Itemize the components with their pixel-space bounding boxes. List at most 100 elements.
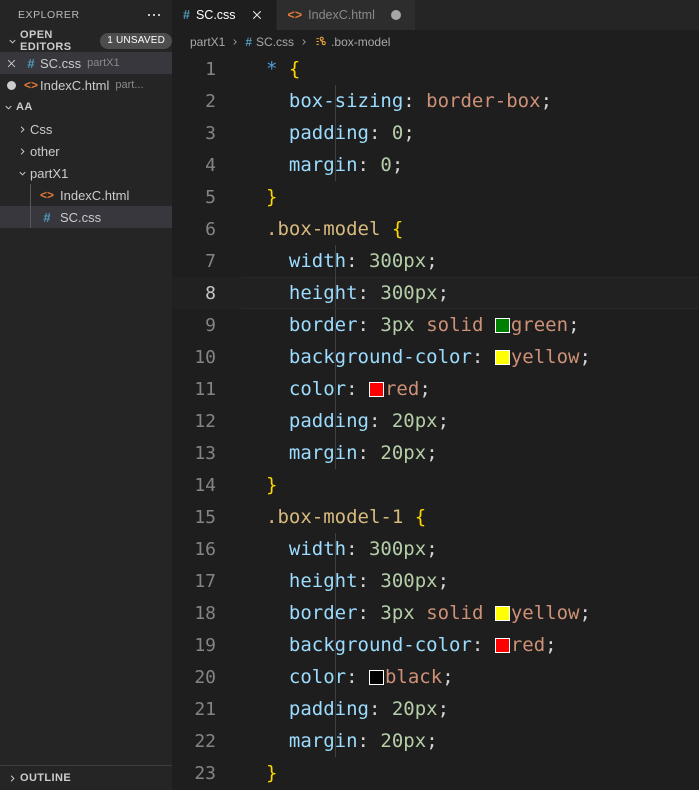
indent-guide: [335, 405, 336, 437]
code-line[interactable]: 20 color: black;: [172, 661, 699, 693]
breadcrumb-item-box-model[interactable]: .box-model: [314, 35, 390, 49]
code-line[interactable]: 12 padding: 20px;: [172, 405, 699, 437]
color-swatch-icon[interactable]: [368, 670, 384, 685]
code-line[interactable]: 21 padding: 20px;: [172, 693, 699, 725]
tab-sc-css[interactable]: # SC.css: [172, 0, 277, 30]
code-line[interactable]: 17 height: 300px;: [172, 565, 699, 597]
code-line[interactable]: 23}: [172, 757, 699, 789]
code-line[interactable]: 15 .box-model-1 {: [172, 501, 699, 533]
chevron-down-icon: [4, 33, 20, 49]
code-token: ;: [568, 314, 580, 336]
chevron-right-icon: [230, 37, 240, 47]
code-line[interactable]: 14}: [172, 469, 699, 501]
code-line[interactable]: 18 border: 3px solid yellow;: [172, 597, 699, 629]
breadcrumb-item-sc-css[interactable]: # SC.css: [245, 35, 294, 49]
code-token: padding: [288, 410, 369, 432]
code-token: }: [266, 762, 278, 784]
color-swatch-icon[interactable]: [494, 638, 510, 653]
dirty-dot-icon[interactable]: [0, 80, 22, 90]
code-token: height: [288, 282, 358, 304]
code-token: background-color: [288, 346, 472, 368]
line-number: 6: [205, 218, 216, 240]
line-number: 22: [194, 730, 216, 752]
unsaved-badge: 1 UNSAVED: [100, 33, 172, 49]
indent-guide: [335, 597, 336, 629]
code-line-text: background-color: red;: [242, 629, 699, 661]
code-token: ;: [437, 282, 450, 304]
indent-guide: [30, 184, 31, 206]
line-number: 19: [194, 634, 216, 656]
open-editor-item-indexc-html[interactable]: <> IndexC.html part...: [0, 74, 172, 96]
open-editor-item-sc-css[interactable]: # SC.css partX1: [0, 52, 172, 74]
line-number: 4: [205, 154, 216, 176]
code-token: height: [288, 570, 358, 592]
code-line[interactable]: 7 width: 300px;: [172, 245, 699, 277]
tab-indexc-html[interactable]: <> IndexC.html: [276, 0, 416, 30]
tree-root-aa[interactable]: AA: [0, 96, 172, 118]
color-swatch-icon[interactable]: [494, 318, 510, 333]
code-token: ;: [442, 666, 454, 688]
line-number: 10: [194, 346, 216, 368]
outline-section-header[interactable]: OUTLINE: [0, 765, 172, 790]
code-token: 300px: [368, 538, 427, 560]
code-line[interactable]: 4 margin: 0;: [172, 149, 699, 181]
tree-item-indexc-html[interactable]: <> IndexC.html: [0, 184, 172, 206]
code-line[interactable]: 16 width: 300px;: [172, 533, 699, 565]
code-line[interactable]: 5}: [172, 181, 699, 213]
dirty-dot-icon[interactable]: [387, 6, 405, 24]
tree-item-other[interactable]: other: [0, 140, 172, 162]
line-number: 5: [205, 186, 216, 208]
tab-label: IndexC.html: [308, 8, 375, 22]
code-token: }: [266, 474, 278, 496]
code-token: :: [346, 378, 369, 400]
indent-guide: [335, 629, 336, 661]
code-token: ;: [437, 570, 450, 592]
code-line[interactable]: 1 * {: [172, 53, 699, 85]
code-line[interactable]: 22 margin: 20px;: [172, 725, 699, 757]
close-icon[interactable]: [248, 6, 266, 24]
more-actions-icon[interactable]: [144, 11, 165, 20]
tree-item-sc-css[interactable]: # SC.css: [0, 206, 172, 228]
code-line[interactable]: 19 background-color: red;: [172, 629, 699, 661]
code-editor[interactable]: 1 * {2 box-sizing: border-box; 3 padding: …: [172, 53, 699, 790]
code-line[interactable]: 9 border: 3px solid green;: [172, 309, 699, 341]
close-icon[interactable]: [0, 58, 22, 69]
tree-item-partx1[interactable]: partX1: [0, 162, 172, 184]
line-number: 2: [205, 90, 216, 112]
color-swatch-icon[interactable]: [368, 382, 384, 397]
breadcrumb-label: partX1: [190, 34, 226, 49]
code-token: ;: [437, 410, 450, 432]
css-file-icon: #: [43, 209, 51, 225]
code-line-text: .box-model-1 {: [242, 501, 699, 533]
code-token: 3px: [380, 314, 415, 336]
code-token: solid: [426, 314, 484, 336]
code-line[interactable]: 13 margin: 20px;: [172, 437, 699, 469]
code-line[interactable]: 11 color: red;: [172, 373, 699, 405]
chevron-down-icon: [0, 102, 16, 113]
breadcrumb-item-partx1[interactable]: partX1: [190, 35, 225, 49]
code-line[interactable]: 6 .box-model {: [172, 213, 699, 245]
code-line[interactable]: 10 background-color: yellow;: [172, 341, 699, 373]
code-line[interactable]: 8 height: 300px;: [172, 277, 699, 309]
code-token: {: [391, 218, 404, 240]
code-token: margin: [288, 154, 358, 176]
tree-item-css[interactable]: Css: [0, 118, 172, 140]
code-token: ;: [579, 346, 591, 368]
open-editors-section-header[interactable]: OPEN EDITORS 1 UNSAVED: [0, 29, 172, 53]
code-line-text: padding: 20px;: [242, 693, 699, 725]
code-token: {: [414, 506, 427, 528]
code-token: 3px: [380, 602, 415, 624]
color-swatch-icon[interactable]: [494, 606, 510, 621]
line-number: 16: [194, 538, 216, 560]
code-line[interactable]: 2 box-sizing: border-box;: [172, 85, 699, 117]
code-line[interactable]: 3 padding: 0;: [172, 117, 699, 149]
color-swatch-icon[interactable]: [494, 350, 510, 365]
code-token: ;: [579, 602, 591, 624]
